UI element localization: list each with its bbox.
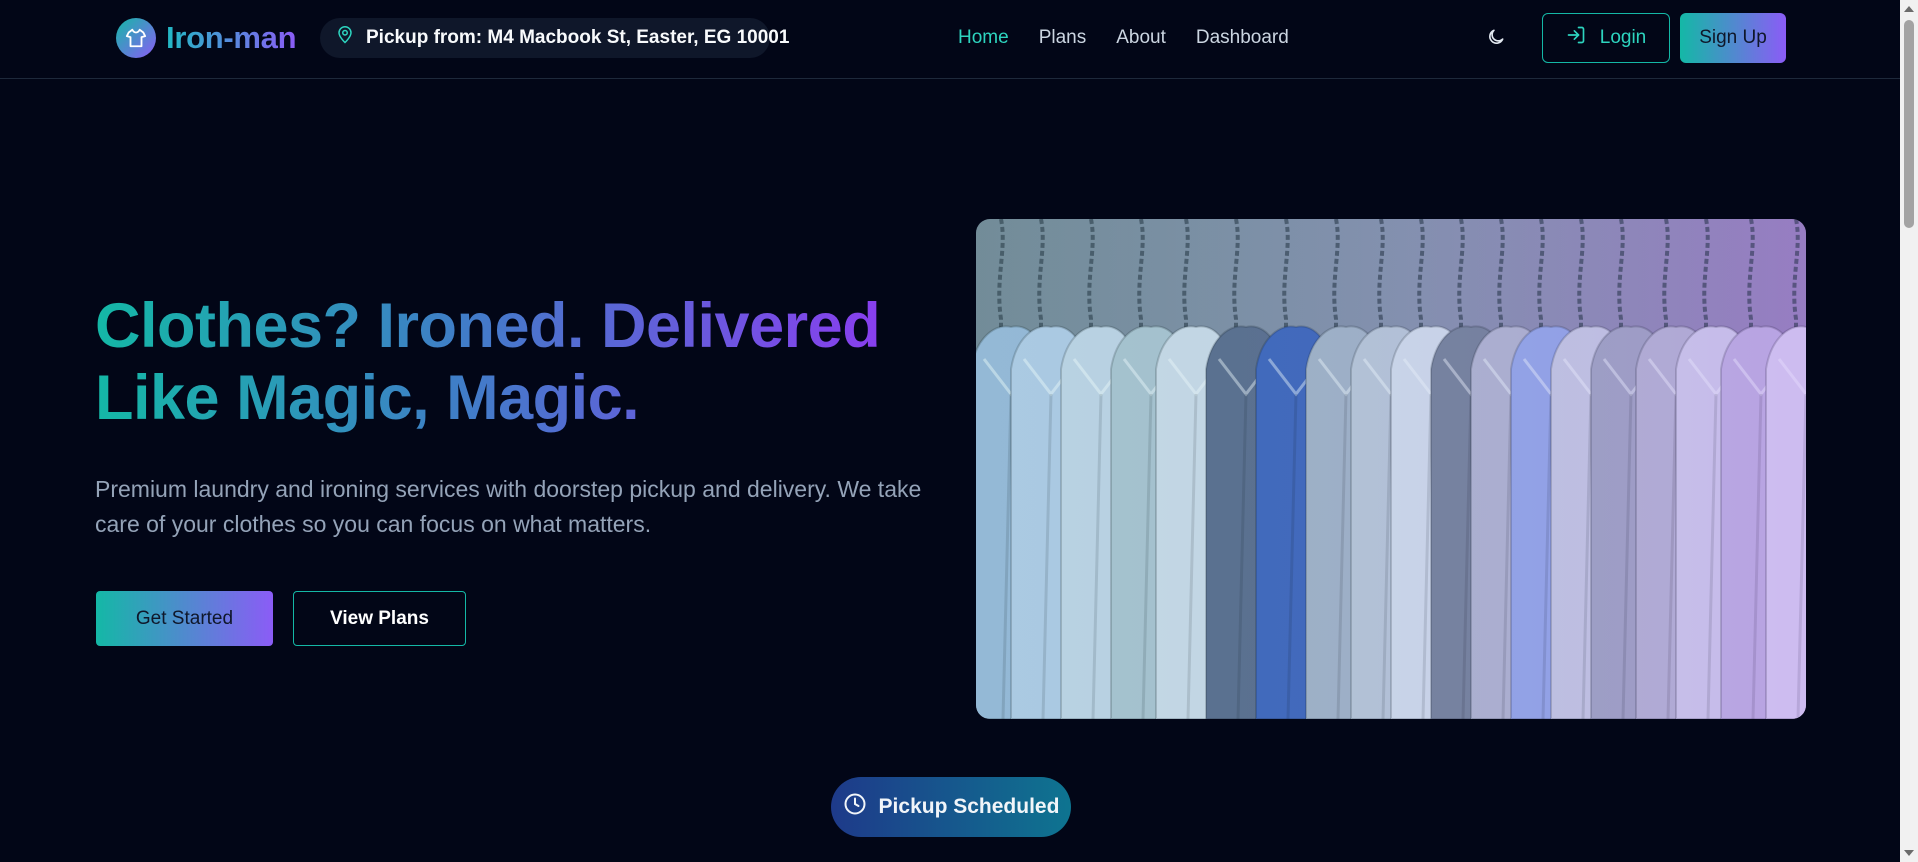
login-button[interactable]: Login bbox=[1542, 13, 1670, 63]
brand-name: Iron-man bbox=[166, 20, 297, 55]
signup-button[interactable]: Sign Up bbox=[1680, 13, 1786, 63]
pickup-scheduled-label: Pickup Scheduled bbox=[878, 795, 1060, 818]
pickup-address[interactable]: Pickup from: M4 Macbook St, Easter, EG 1… bbox=[320, 18, 789, 58]
hero-title-line-2: Like Magic, Magic. bbox=[95, 363, 640, 433]
hero-title: Clothes? Ironed. Delivered Like Magic, M… bbox=[95, 290, 895, 434]
clock-icon bbox=[843, 792, 867, 822]
view-plans-label: View Plans bbox=[330, 607, 429, 629]
nav-item-dashboard[interactable]: Dashboard bbox=[1196, 27, 1289, 49]
scroll-down-arrow-icon[interactable] bbox=[1904, 850, 1914, 856]
main-nav: Home Plans About Dashboard bbox=[958, 27, 1289, 49]
get-started-label: Get Started bbox=[135, 607, 234, 629]
page-scrollbar[interactable] bbox=[1900, 0, 1918, 862]
hero-title-line-1: Clothes? Ironed. Delivered bbox=[95, 291, 881, 361]
map-pin-icon bbox=[336, 25, 354, 51]
nav-item-plans[interactable]: Plans bbox=[1039, 27, 1087, 49]
moon-icon bbox=[1486, 27, 1506, 52]
shirt-icon bbox=[116, 18, 156, 58]
nav-item-about[interactable]: About bbox=[1116, 27, 1166, 49]
nav-item-home[interactable]: Home bbox=[958, 27, 1009, 49]
signup-label: Sign Up bbox=[1699, 27, 1767, 48]
brand-logo[interactable]: Iron-man bbox=[116, 18, 297, 58]
scroll-up-arrow-icon[interactable] bbox=[1904, 6, 1914, 12]
hero-description: Premium laundry and ironing services wit… bbox=[95, 476, 922, 537]
hero-image-shirts-on-hangers bbox=[976, 219, 1806, 719]
scrollbar-thumb[interactable] bbox=[1904, 20, 1914, 228]
login-icon bbox=[1566, 25, 1586, 51]
login-label: Login bbox=[1599, 27, 1647, 48]
theme-toggle-button[interactable] bbox=[1483, 26, 1509, 52]
get-started-button[interactable]: Get Started bbox=[96, 591, 273, 646]
pickup-scheduled-badge: Pickup Scheduled bbox=[831, 777, 1071, 837]
pickup-address-text: Pickup from: M4 Macbook St, Easter, EG 1… bbox=[366, 27, 790, 48]
site-header: Iron-man Pickup from: M4 Macbook St, Eas… bbox=[0, 0, 1900, 79]
view-plans-button[interactable]: View Plans bbox=[293, 591, 466, 646]
